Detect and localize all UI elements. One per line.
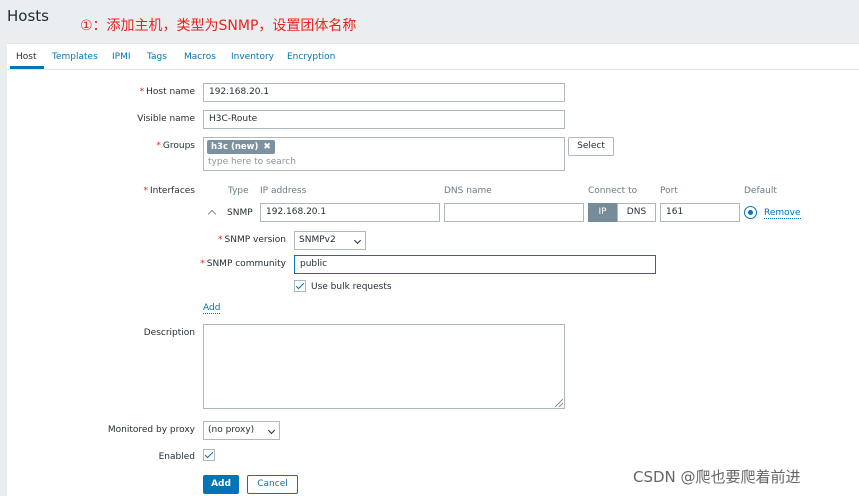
interface-ip-input[interactable]: 192.168.20.1 <box>260 203 440 222</box>
tab-host[interactable]: Host <box>16 52 37 62</box>
interface-type: SNMP <box>227 208 253 218</box>
groups-select-button[interactable]: Select <box>568 137 614 156</box>
tab-macros[interactable]: Macros <box>184 52 216 62</box>
tab-ipmi[interactable]: IPMI <box>112 52 131 62</box>
bulk-requests-checkbox[interactable] <box>294 280 306 292</box>
tab-bar: Host Templates IPMI Tags Macros Inventor… <box>7 44 859 70</box>
connect-dns-toggle[interactable]: DNS <box>617 203 656 222</box>
tab-tags[interactable]: Tags <box>147 52 167 62</box>
col-port: Port <box>660 186 678 196</box>
tab-inventory[interactable]: Inventory <box>231 52 274 62</box>
groups-label: * Groups <box>156 141 195 151</box>
active-tab-indicator <box>10 66 44 69</box>
connect-ip-toggle[interactable]: IP <box>588 203 617 222</box>
add-button[interactable]: Add <box>203 475 239 494</box>
chevron-up-icon[interactable] <box>207 209 217 219</box>
group-chip: h3c (new) ✖ <box>207 140 275 154</box>
chevron-down-icon <box>267 426 276 435</box>
annotation-note: ①：添加主机，类型为SNMP，设置团体名称 <box>80 18 357 34</box>
col-type: Type <box>228 186 249 196</box>
snmp-community-label: * SNMP community <box>200 259 286 269</box>
host-form-panel: Host Templates IPMI Tags Macros Inventor… <box>7 43 859 496</box>
add-interface-link[interactable]: Add <box>203 303 221 314</box>
chevron-down-icon <box>353 236 362 245</box>
snmp-version-label: * SNMP version <box>218 235 286 245</box>
enabled-checkbox[interactable] <box>203 449 215 461</box>
host-name-input[interactable]: 192.168.20.1 <box>203 83 565 102</box>
description-textarea[interactable] <box>203 324 565 409</box>
snmp-community-input[interactable]: public <box>294 255 656 274</box>
proxy-label: Monitored by proxy <box>107 425 195 435</box>
interface-dns-input[interactable] <box>444 203 584 222</box>
col-connect-to: Connect to <box>588 186 638 196</box>
snmp-version-select[interactable]: SNMPv2 <box>294 231 366 250</box>
enabled-label: Enabled <box>158 452 195 462</box>
col-dns-name: DNS name <box>444 186 492 196</box>
remove-chip-icon[interactable]: ✖ <box>263 142 271 152</box>
bulk-requests-label: Use bulk requests <box>311 282 392 292</box>
description-label: Description <box>143 328 195 338</box>
visible-name-input[interactable]: H3C-Route <box>203 110 565 129</box>
groups-multiselect[interactable]: h3c (new) ✖ type here to search <box>203 137 565 171</box>
page-title: Hosts <box>7 7 49 25</box>
remove-interface-link[interactable]: Remove <box>764 208 801 219</box>
interfaces-label: * Interfaces <box>143 186 195 196</box>
cancel-button[interactable]: Cancel <box>247 475 298 494</box>
col-ip-address: IP address <box>260 186 307 196</box>
groups-search-input[interactable]: type here to search <box>208 157 296 167</box>
host-name-label: * Host name <box>139 87 195 97</box>
interface-port-input[interactable]: 161 <box>660 203 740 222</box>
col-default: Default <box>744 186 777 196</box>
default-interface-radio[interactable] <box>744 206 757 219</box>
tab-encryption[interactable]: Encryption <box>287 52 335 62</box>
tab-templates[interactable]: Templates <box>52 52 98 62</box>
watermark: CSDN @爬也要爬着前进 <box>633 468 801 486</box>
visible-name-label: Visible name <box>137 114 195 124</box>
proxy-select[interactable]: (no proxy) <box>203 421 280 440</box>
resize-handle-icon[interactable] <box>555 399 563 407</box>
